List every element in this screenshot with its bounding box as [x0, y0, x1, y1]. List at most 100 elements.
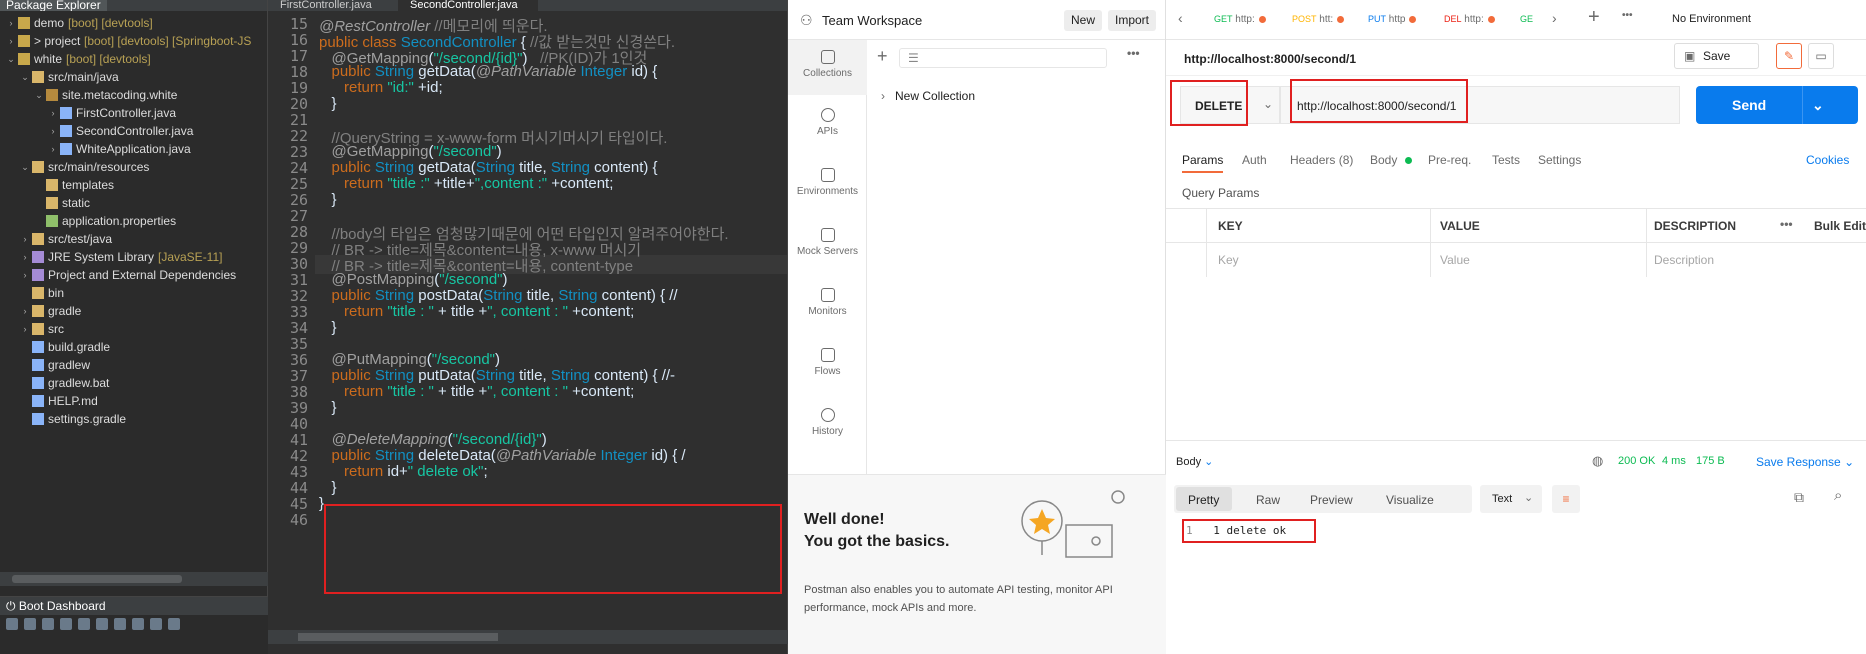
chevron-left-icon[interactable]: ‹ — [1178, 10, 1183, 26]
collection-filter-input[interactable]: ☰ — [899, 48, 1107, 68]
view-pretty[interactable]: Pretty — [1188, 493, 1219, 507]
scrollbar-thumb[interactable] — [298, 633, 498, 641]
tree-item[interactable]: › src — [0, 320, 268, 338]
table-more-icon[interactable]: ••• — [1780, 217, 1793, 231]
save-response-button[interactable]: Save Response ⌄ — [1756, 455, 1854, 469]
cookies-link[interactable]: Cookies — [1806, 153, 1849, 167]
comments-icon[interactable]: ▭ — [1808, 43, 1834, 69]
copy-icon[interactable]: ⧉ — [1794, 489, 1804, 506]
workspace-name[interactable]: Team Workspace — [822, 13, 922, 28]
tab-auth[interactable]: Auth — [1242, 153, 1267, 167]
save-button[interactable]: Save ▣ — [1674, 43, 1759, 69]
chevron-right-icon[interactable]: › — [20, 248, 30, 266]
tab-settings[interactable]: Settings — [1538, 153, 1581, 167]
console-icon[interactable] — [114, 618, 126, 630]
horizontal-scrollbar[interactable] — [0, 572, 268, 586]
tree-item[interactable]: › WhiteApplication.java — [0, 140, 268, 158]
edit-icon[interactable] — [132, 618, 144, 630]
tree-item[interactable]: application.properties — [0, 212, 268, 230]
edit-icon[interactable]: ✎ — [1776, 43, 1802, 69]
chevron-down-icon[interactable]: ⌄ — [20, 68, 30, 86]
tab-body[interactable]: Body — [1370, 153, 1412, 167]
tree-item[interactable]: gradlew.bat — [0, 374, 268, 392]
view-raw[interactable]: Raw — [1256, 493, 1280, 507]
new-tab-plus-icon[interactable]: + — [1588, 6, 1600, 29]
request-tab-get-2[interactable]: GE — [1520, 14, 1533, 25]
response-body-tab[interactable]: Body ⌄ — [1176, 455, 1213, 468]
environment-selector[interactable]: No Environment — [1672, 13, 1751, 25]
tree-item[interactable]: ⌄ white [boot] [devtools] — [0, 50, 268, 68]
nav-monitors[interactable]: Monitors — [788, 288, 867, 317]
tree-item[interactable]: HELP.md — [0, 392, 268, 410]
tree-item[interactable]: › gradle — [0, 302, 268, 320]
tree-item[interactable]: static — [0, 194, 268, 212]
nav-mock-servers[interactable]: Mock Servers — [788, 228, 867, 257]
new-button[interactable]: New — [1064, 10, 1103, 31]
tree-item[interactable]: › SecondController.java — [0, 122, 268, 140]
chevron-down-icon[interactable]: ⌄ — [20, 158, 30, 176]
chevron-down-icon[interactable]: ⌄ — [34, 86, 44, 104]
nav-environments[interactable]: Environments — [788, 168, 867, 197]
tree-item[interactable]: templates — [0, 176, 268, 194]
key-input[interactable]: Key — [1218, 253, 1239, 267]
hint-icon[interactable] — [150, 618, 162, 630]
tab-more-icon[interactable]: ••• — [1622, 10, 1633, 21]
start-icon[interactable] — [6, 618, 18, 630]
tree-item[interactable]: › src/test/java — [0, 230, 268, 248]
chevron-right-icon[interactable]: › — [48, 122, 58, 140]
nav-flows[interactable]: Flows — [788, 348, 867, 377]
restart-icon[interactable] — [42, 618, 54, 630]
request-tab-get[interactable]: GET http: — [1214, 14, 1266, 25]
chevron-right-icon[interactable]: › — [48, 104, 58, 122]
tree-item[interactable]: › demo [boot] [devtools] — [0, 14, 268, 32]
tree-item[interactable]: bin — [0, 284, 268, 302]
tree-item[interactable]: ⌄ site.metacoding.white — [0, 86, 268, 104]
tree-item[interactable]: › JRE System Library [JavaSE-11] — [0, 248, 268, 266]
view-preview[interactable]: Preview — [1310, 493, 1353, 507]
tree-item[interactable]: ⌄ src/main/resources — [0, 158, 268, 176]
tree-item[interactable]: gradlew — [0, 356, 268, 374]
filter-icon[interactable] — [168, 618, 180, 630]
more-icon[interactable]: ••• — [1127, 46, 1140, 60]
format-select[interactable]: Text ⌄ — [1480, 485, 1542, 513]
tree-item[interactable]: settings.gradle — [0, 410, 268, 428]
chevron-down-icon[interactable]: ⌄ — [6, 50, 16, 68]
chevron-right-icon[interactable]: › — [20, 320, 30, 338]
package-explorer-tab[interactable]: Package Explorer — [0, 0, 107, 11]
tab-prereq[interactable]: Pre-req. — [1428, 153, 1471, 167]
tree-item[interactable]: ⌄ src/main/java — [0, 68, 268, 86]
open-icon[interactable] — [78, 618, 90, 630]
chevron-right-icon[interactable]: › — [20, 230, 30, 248]
send-button[interactable]: Send ⌄ — [1696, 86, 1858, 124]
tab-tests[interactable]: Tests — [1492, 153, 1520, 167]
tab-headers[interactable]: Headers (8) — [1290, 153, 1353, 167]
chevron-right-icon[interactable]: › — [6, 32, 16, 50]
bulk-edit-button[interactable]: Bulk Edit — [1814, 219, 1866, 233]
request-title[interactable]: http://localhost:8000/second/1 — [1184, 52, 1356, 66]
wrap-lines-icon[interactable]: ≡ — [1552, 485, 1580, 513]
scrollbar-thumb[interactable] — [12, 575, 182, 583]
refresh-icon[interactable] — [96, 618, 108, 630]
tree-item[interactable]: build.gradle — [0, 338, 268, 356]
request-tab-delete[interactable]: DEL http: — [1444, 14, 1495, 25]
chevron-right-icon[interactable]: › — [48, 140, 58, 158]
chevron-down-icon[interactable]: ⌄ — [1812, 86, 1824, 124]
editor-tab-second[interactable]: SecondController.java — [398, 0, 538, 11]
chevron-right-icon[interactable]: › — [6, 14, 16, 32]
chevron-right-icon[interactable]: › — [20, 266, 30, 284]
plus-icon[interactable]: + — [877, 46, 888, 67]
tab-params[interactable]: Params — [1182, 153, 1224, 173]
editor-tab-first[interactable]: FirstController.java — [268, 0, 398, 11]
request-tab-post[interactable]: POST htt: — [1292, 14, 1345, 25]
editor-horizontal-scrollbar[interactable] — [268, 630, 788, 644]
import-button[interactable]: Import — [1108, 10, 1157, 31]
value-input[interactable]: Value — [1440, 253, 1470, 267]
stop-icon[interactable] — [24, 618, 36, 630]
boot-dashboard-tab[interactable]: ⏻ Boot Dashboard — [0, 597, 268, 615]
tree-item[interactable]: › Project and External Dependencies — [0, 266, 268, 284]
collection-item[interactable]: › New Collection — [867, 84, 1166, 108]
debug-icon[interactable] — [60, 618, 72, 630]
request-tab-put[interactable]: PUT http — [1368, 14, 1417, 25]
nav-apis[interactable]: APIs — [788, 108, 867, 137]
nav-history[interactable]: History — [788, 408, 867, 437]
